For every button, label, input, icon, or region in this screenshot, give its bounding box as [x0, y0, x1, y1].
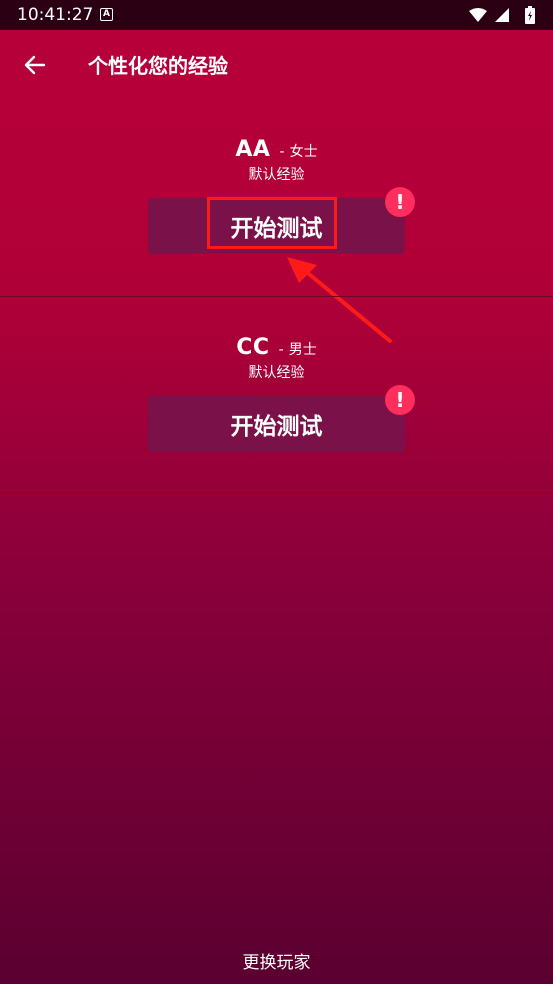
divider — [0, 493, 553, 494]
profile-name-line: CC - 男士 — [0, 335, 553, 360]
signal-icon — [495, 8, 509, 22]
profile-separator: - — [279, 144, 285, 160]
switch-player-button[interactable]: 更换玩家 — [0, 948, 553, 973]
start-test-button[interactable]: 开始测试 — [148, 396, 405, 452]
profile-subtitle: 默认经验 — [248, 167, 305, 183]
status-bar: 10:41:27 A — [0, 0, 553, 30]
divider — [0, 296, 553, 297]
start-test-button[interactable]: 开始测试 — [148, 197, 405, 254]
battery-icon — [525, 6, 535, 24]
notification-a-icon: A — [100, 8, 113, 21]
highlight-box — [207, 197, 337, 249]
annotation-arrow-icon — [287, 257, 392, 343]
page-title: 个性化您的经验 — [88, 54, 228, 78]
profile-gender: 女士 — [289, 144, 318, 160]
profile-subtitle: 默认经验 — [248, 365, 305, 381]
profile-name: CC — [236, 335, 270, 360]
back-arrow-icon[interactable] — [22, 52, 48, 78]
alert-icon[interactable]: ! — [385, 187, 415, 217]
alert-icon[interactable]: ! — [385, 385, 415, 415]
profile-name: AA — [235, 137, 271, 162]
status-time: 10:41:27 — [17, 5, 94, 25]
profile-gender: 男士 — [288, 342, 317, 358]
profile-separator: - — [278, 342, 284, 358]
start-test-label: 开始测试 — [230, 414, 323, 440]
app-bar: 个性化您的经验 — [0, 30, 553, 98]
wifi-icon — [469, 8, 487, 22]
profile-name-line: AA - 女士 — [0, 137, 553, 162]
